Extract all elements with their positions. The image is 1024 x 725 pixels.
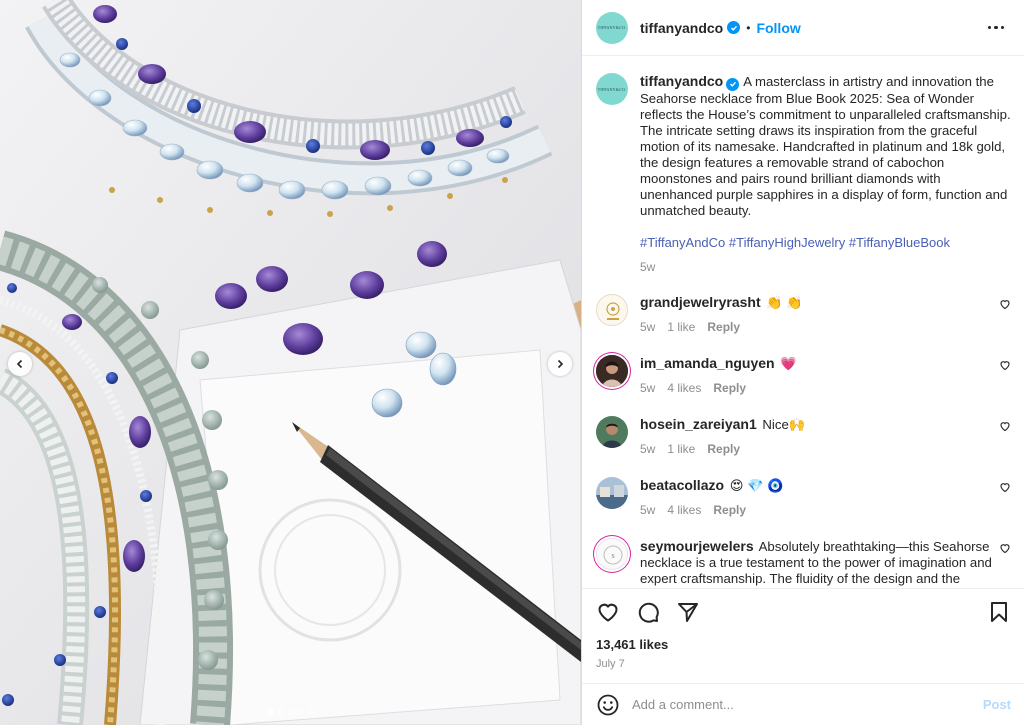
post-actions: 13,461 likes July 7 bbox=[582, 588, 1024, 670]
comment-like-heart-icon[interactable] bbox=[999, 359, 1011, 371]
commenter-avatar[interactable] bbox=[596, 415, 628, 448]
svg-text:S: S bbox=[611, 554, 614, 560]
more-dot-icon bbox=[994, 25, 998, 30]
post-comment-button[interactable]: Post bbox=[983, 697, 1011, 712]
comment-like-heart-icon[interactable] bbox=[999, 298, 1011, 310]
avatar-logo-text: TIFFANY&CO. bbox=[597, 25, 627, 30]
author-avatar[interactable]: TIFFANY&CO. bbox=[596, 11, 628, 44]
comment-bubble-icon bbox=[638, 602, 659, 623]
comment-item: beatacollazo 😍 💎 🧿 5w 4 likes Reply bbox=[596, 476, 1011, 518]
comment-time: 5w bbox=[640, 441, 656, 456]
comment-likes[interactable]: 1 like bbox=[667, 319, 695, 335]
carousel-dot bbox=[287, 709, 294, 715]
carousel-indicator bbox=[0, 709, 581, 715]
reply-button[interactable]: Reply bbox=[707, 319, 740, 335]
emoji-smiley-icon bbox=[597, 694, 619, 715]
more-dot-icon bbox=[987, 25, 991, 30]
carousel-dot bbox=[277, 709, 284, 715]
post-caption: TIFFANY&CO. tiffanyandco A masterclass in… bbox=[596, 73, 1011, 275]
heart-icon bbox=[598, 603, 618, 622]
carousel-next-button[interactable] bbox=[548, 352, 572, 376]
comment-item: S seymourjewelers Absolutely breathtakin… bbox=[596, 537, 1011, 588]
verified-badge-icon bbox=[727, 21, 741, 34]
comment-like-heart-icon[interactable] bbox=[999, 481, 1011, 493]
commenter-username[interactable]: beatacollazo bbox=[640, 477, 724, 493]
save-button[interactable] bbox=[987, 600, 1011, 624]
carousel-prev-button[interactable] bbox=[8, 352, 32, 376]
comment-like-heart-icon[interactable] bbox=[999, 542, 1011, 554]
comment-time: 5w bbox=[640, 502, 656, 517]
chevron-left-icon bbox=[16, 359, 23, 369]
comment-like-heart-icon[interactable] bbox=[999, 420, 1011, 432]
commenter-username[interactable]: seymourjewelers bbox=[640, 538, 754, 554]
more-options-button[interactable] bbox=[982, 20, 1011, 36]
caption-text: A masterclass in artistry and innovation… bbox=[640, 74, 1011, 218]
commenter-username[interactable]: grandjewelryrasht bbox=[640, 294, 761, 310]
comment-item: grandjewelryrasht 👏 👏 5w 1 like Reply bbox=[596, 293, 1011, 335]
commenter-avatar[interactable] bbox=[596, 476, 628, 509]
reply-button[interactable]: Reply bbox=[713, 380, 746, 396]
bookmark-icon bbox=[991, 602, 1007, 622]
chevron-right-icon bbox=[557, 359, 564, 369]
comment-text: 👏 👏 bbox=[766, 294, 803, 310]
comments-list[interactable]: TIFFANY&CO. tiffanyandco A masterclass in… bbox=[582, 57, 1024, 588]
emoji-button[interactable] bbox=[596, 693, 620, 717]
post-date: July 7 bbox=[596, 658, 625, 670]
comment-time: 5w bbox=[640, 319, 656, 334]
commenter-avatar[interactable] bbox=[596, 354, 628, 387]
post-image[interactable] bbox=[0, 0, 581, 725]
comment-item: im_amanda_nguyen 💗 5w 4 likes Reply bbox=[596, 354, 1011, 396]
like-button[interactable] bbox=[596, 600, 620, 624]
more-dot-icon bbox=[1000, 25, 1004, 30]
reply-button[interactable]: Reply bbox=[713, 502, 746, 518]
comment-text: Nice🙌 bbox=[762, 416, 806, 432]
post-panel: TIFFANY&CO. tiffanyandco • Follow TIFFAN… bbox=[581, 0, 1024, 725]
post-header: TIFFANY&CO. tiffanyandco • Follow bbox=[582, 0, 1024, 56]
follow-button[interactable]: Follow bbox=[756, 20, 800, 36]
send-icon bbox=[678, 603, 698, 622]
comment-input[interactable] bbox=[632, 697, 983, 712]
jewelry-illustration bbox=[0, 0, 581, 725]
author-username[interactable]: tiffanyandco bbox=[640, 20, 723, 36]
caption-timestamp: 5w bbox=[640, 259, 656, 274]
avatar-logo-text: TIFFANY&CO. bbox=[597, 86, 627, 92]
likes-count[interactable]: 13,461 likes bbox=[596, 637, 1011, 652]
verified-badge-icon bbox=[726, 77, 740, 91]
caption-author-username[interactable]: tiffanyandco bbox=[640, 73, 723, 89]
header-separator: • bbox=[746, 20, 751, 35]
comment-time: 5w bbox=[640, 380, 656, 395]
caption-author-avatar[interactable]: TIFFANY&CO. bbox=[596, 73, 628, 105]
comment-likes[interactable]: 1 like bbox=[667, 441, 695, 457]
commenter-avatar[interactable]: S bbox=[596, 537, 628, 570]
commenter-avatar[interactable] bbox=[596, 293, 628, 326]
commenter-username[interactable]: hosein_zareiyan1 bbox=[640, 416, 757, 432]
commenter-username[interactable]: im_amanda_nguyen bbox=[640, 355, 775, 371]
comment-text: 😍 💎 🧿 bbox=[729, 477, 784, 493]
carousel-dot bbox=[307, 709, 314, 715]
carousel-dot bbox=[297, 709, 304, 715]
comment-likes[interactable]: 4 likes bbox=[667, 502, 701, 518]
carousel-dot bbox=[267, 709, 274, 715]
reply-button[interactable]: Reply bbox=[707, 441, 740, 457]
comment-button[interactable] bbox=[636, 600, 660, 624]
share-button[interactable] bbox=[676, 600, 700, 624]
comment-text: 💗 bbox=[780, 355, 797, 371]
comment-likes[interactable]: 4 likes bbox=[667, 380, 701, 396]
comment-item: hosein_zareiyan1 Nice🙌 5w 1 like Reply bbox=[596, 415, 1011, 457]
comment-composer: Post bbox=[582, 683, 1024, 725]
caption-hashtags[interactable]: #TiffanyAndCo #TiffanyHighJewelry #Tiffa… bbox=[640, 235, 1011, 251]
